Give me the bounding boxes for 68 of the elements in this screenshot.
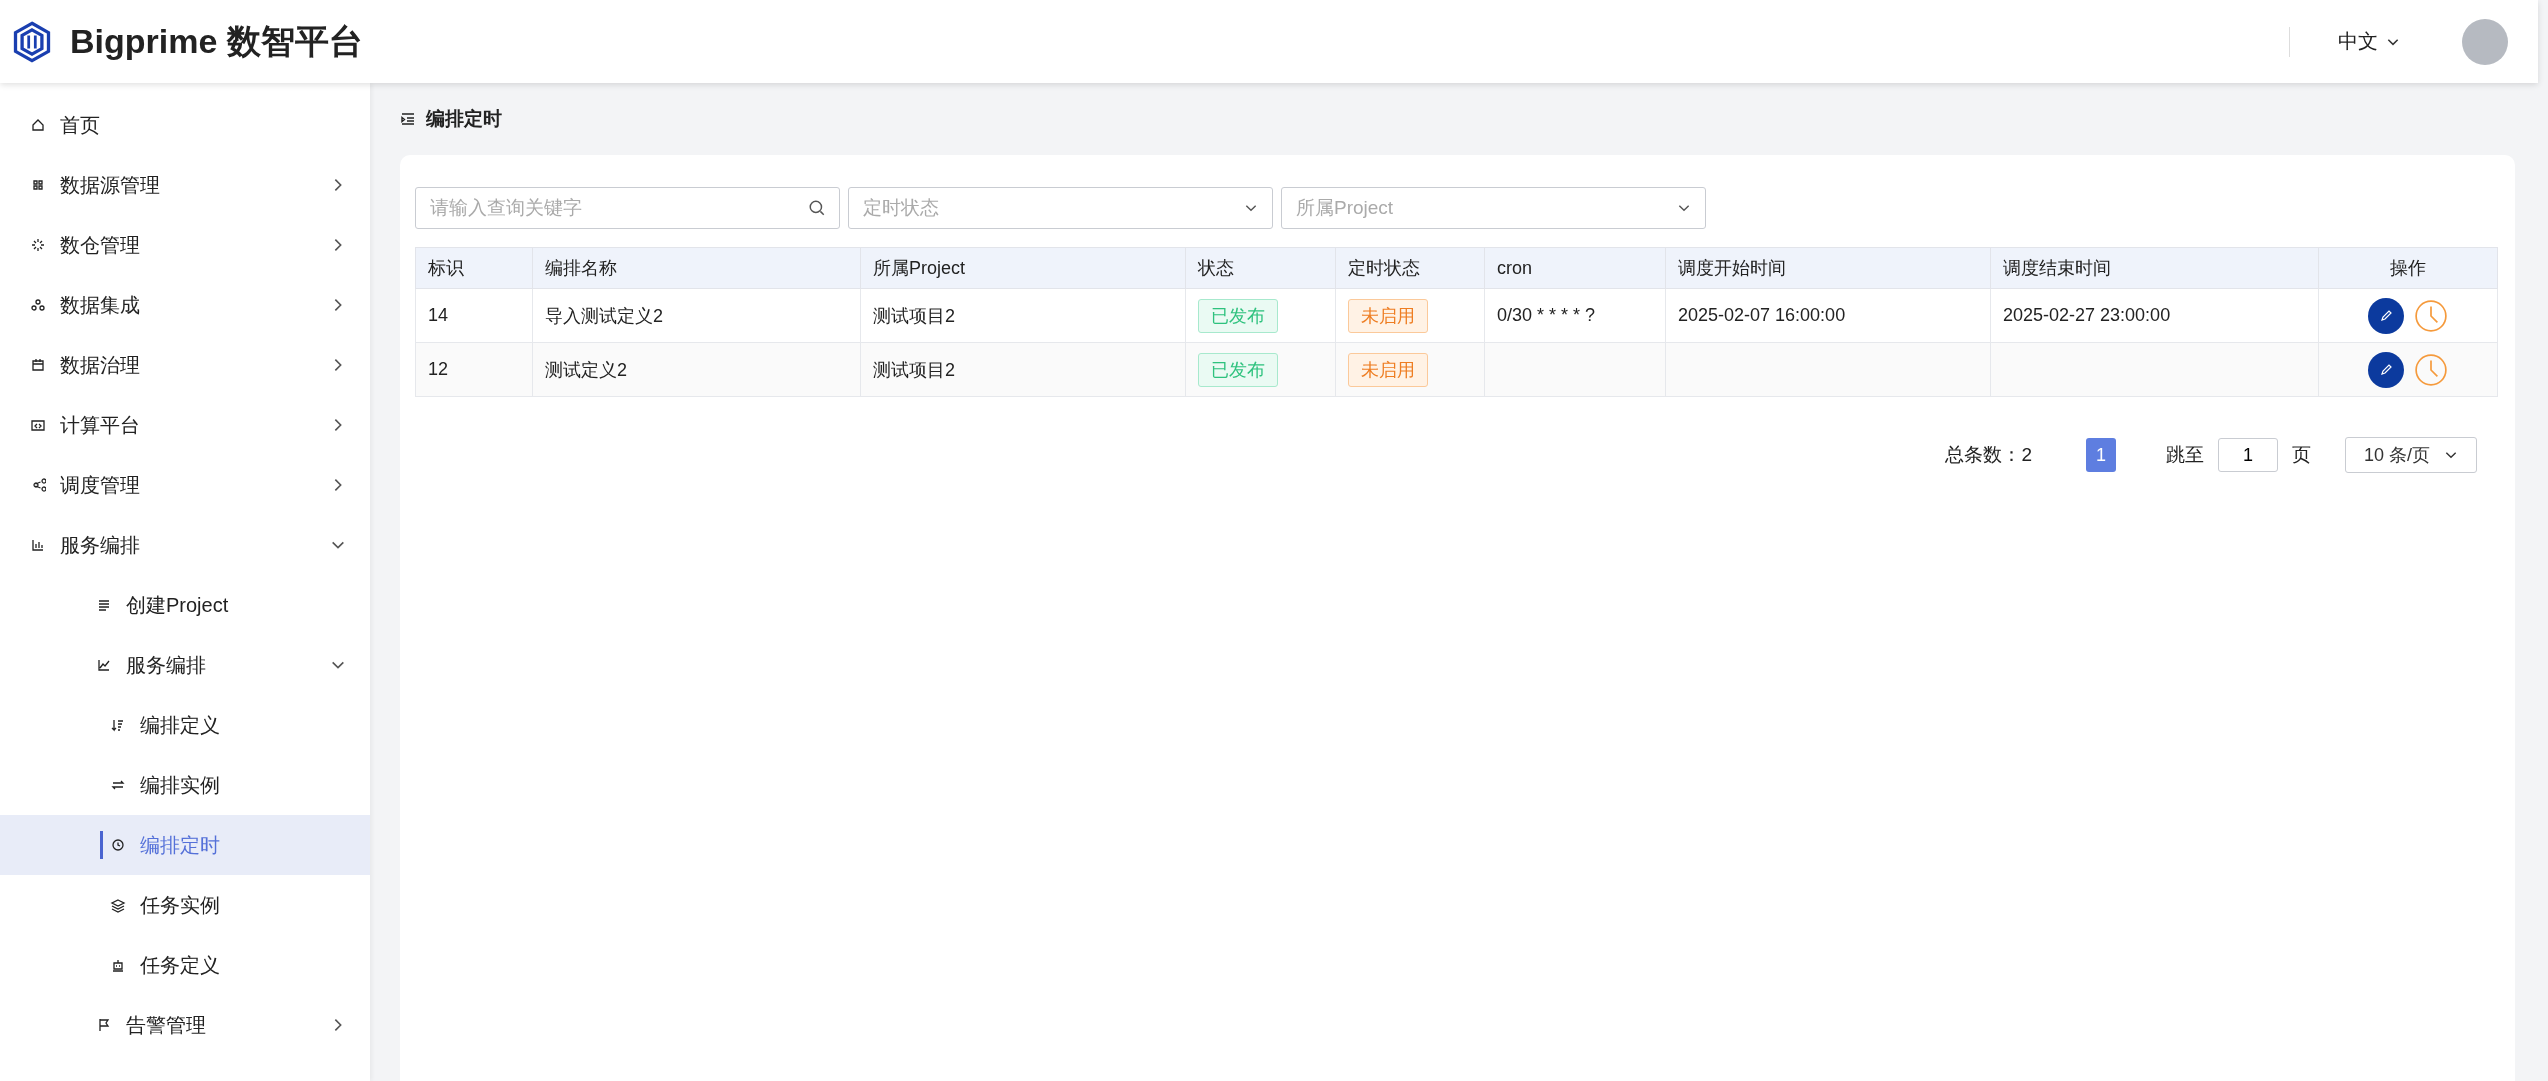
column-header: 调度结束时间 bbox=[1990, 247, 2319, 289]
table-cell: 测试项目2 bbox=[873, 305, 955, 326]
column-header: 定时状态 bbox=[1335, 247, 1485, 289]
sidebar-item[interactable]: 数据源管理 bbox=[0, 155, 370, 215]
clock-icon[interactable] bbox=[2414, 298, 2448, 333]
page-title: 编排定时 bbox=[426, 107, 502, 131]
clock-icon bbox=[110, 837, 126, 853]
sidebar-item[interactable]: 首页 bbox=[0, 95, 370, 155]
column-header: 所属Project bbox=[860, 247, 1186, 289]
column-header: 标识 bbox=[415, 247, 533, 289]
sidebar-item[interactable]: 任务定义 bbox=[0, 935, 370, 995]
robot-icon bbox=[110, 957, 126, 973]
edit-button[interactable] bbox=[2368, 297, 2404, 334]
table-cell: 2025-02-07 16:00:00 bbox=[1678, 305, 1846, 325]
sidebar-item[interactable]: 编排实例 bbox=[0, 755, 370, 815]
page-unit-label: 页 bbox=[2291, 443, 2311, 467]
column-header: 编排名称 bbox=[532, 247, 861, 289]
column-header: 操作 bbox=[2318, 247, 2498, 289]
sidebar-item[interactable]: 编排定义 bbox=[0, 695, 370, 755]
status-tag: 已发布 bbox=[1198, 352, 1278, 387]
sidebar-item[interactable]: 服务编排 bbox=[0, 635, 370, 695]
sort-icon bbox=[110, 717, 126, 733]
page-input[interactable]: 1 bbox=[2217, 438, 2278, 472]
share-icon bbox=[30, 477, 46, 493]
bar-chart-icon bbox=[30, 537, 46, 553]
clock-icon[interactable] bbox=[2414, 352, 2448, 387]
sparkle-icon bbox=[30, 237, 46, 253]
total-count: 总条数：2 bbox=[1945, 443, 2032, 467]
timer-status-tag: 未启用 bbox=[1348, 352, 1428, 387]
indent-icon bbox=[400, 111, 416, 127]
column-header: 调度开始时间 bbox=[1665, 247, 1991, 289]
search-field[interactable]: 请输入查询关键字 bbox=[415, 187, 840, 229]
code-icon bbox=[30, 417, 46, 433]
language-dropdown[interactable]: 中文 bbox=[2334, 24, 2404, 59]
column-header: 状态 bbox=[1185, 247, 1336, 289]
flag-icon bbox=[96, 1017, 112, 1033]
table-cell: 测试项目2 bbox=[873, 359, 955, 380]
search-icon bbox=[808, 199, 826, 217]
sidebar-item[interactable]: 编排定时 bbox=[0, 815, 370, 875]
calendar-icon bbox=[30, 357, 46, 373]
column-header: cron bbox=[1484, 247, 1666, 289]
edit-button[interactable] bbox=[2368, 351, 2404, 388]
jump-label: 跳至 bbox=[2165, 443, 2204, 467]
table-cell: 0/30 * * * * ? bbox=[1497, 305, 1596, 325]
page-size-select[interactable]: 10 条/页 bbox=[2344, 437, 2477, 473]
sidebar-item[interactable]: 调度管理 bbox=[0, 455, 370, 515]
layers-icon bbox=[110, 897, 126, 913]
brand-title: Bigprime 数智平台 bbox=[70, 20, 363, 62]
sidebar-item[interactable]: 服务编排 bbox=[0, 515, 370, 575]
line-chart-icon bbox=[96, 657, 112, 673]
page-button[interactable]: 1 bbox=[2085, 438, 2116, 472]
sidebar-item[interactable]: 数仓管理 bbox=[0, 215, 370, 275]
sidebar-item[interactable]: 数据治理 bbox=[0, 335, 370, 395]
table-cell: 14 bbox=[428, 305, 449, 325]
sidebar-item[interactable]: 创建Project bbox=[0, 575, 370, 635]
table-cell: 测试定义2 bbox=[545, 359, 627, 380]
timer-status-tag: 未启用 bbox=[1348, 298, 1428, 333]
table-cell: 12 bbox=[428, 359, 449, 379]
list-icon bbox=[96, 597, 112, 613]
sidebar-item[interactable]: 任务实例 bbox=[0, 875, 370, 935]
sidebar-item[interactable]: 告警管理 bbox=[0, 995, 370, 1055]
user-avatar[interactable] bbox=[2462, 18, 2508, 65]
sidebar-item[interactable]: 计算平台 bbox=[0, 395, 370, 455]
home-icon bbox=[30, 117, 46, 133]
table-cell: 2025-02-27 23:00:00 bbox=[2003, 305, 2171, 325]
table-cell: 导入测试定义2 bbox=[545, 305, 663, 326]
status-tag: 已发布 bbox=[1198, 298, 1278, 333]
sidebar-item[interactable]: 数据集成 bbox=[0, 275, 370, 335]
